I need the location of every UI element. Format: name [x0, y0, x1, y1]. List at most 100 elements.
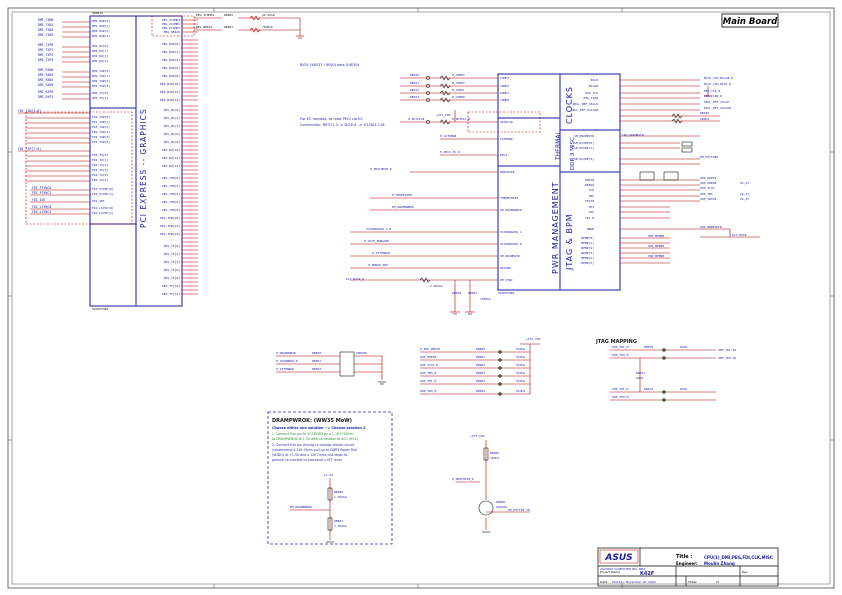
svg-text:PEG_TX[0]: PEG_TX[0]: [164, 244, 180, 248]
svg-text:TRST#: TRST#: [585, 199, 594, 203]
dramp-note-line5: (recommend 4.12K Ohms pull-up to DDR3 Po…: [272, 448, 357, 452]
svg-text:+1.5V: +1.5V: [324, 473, 333, 477]
svg-text:R8091: R8091: [334, 519, 343, 523]
project-label: Project Name: [600, 570, 620, 574]
svg-text:PEG_RX#[12]: PEG_RX#[12]: [160, 90, 180, 94]
svg-text:PEG_CLK#: PEG_CLK#: [584, 96, 599, 100]
svg-text:H_DRAMPWRGD: H_DRAMPWRGD: [276, 351, 296, 355]
svg-text:51Ohm: 51Ohm: [516, 379, 525, 383]
svg-text:PEG_RX[6]: PEG_RX[6]: [164, 132, 180, 136]
svg-text:1.1KOhm: 1.1KOhm: [334, 495, 347, 499]
svg-text:DMI_TXN3: DMI_TXN3: [38, 33, 53, 37]
svg-text:H_CPUPWRGD_R: H_CPUPWRGD_R: [276, 359, 298, 363]
svg-text:XDP_TDO_M: XDP_TDO_M: [612, 395, 628, 399]
svg-text:H_PROCHOT#_D: H_PROCHOT#_D: [370, 167, 392, 171]
svg-text:22,27: 22,27: [740, 192, 749, 196]
svg-text:PEG_CLK: PEG_CLK: [585, 91, 598, 95]
svg-text:PM_DRAMPWROK: PM_DRAMPWROK: [290, 505, 312, 509]
svg-text:PEG_TX#[2]: PEG_TX#[2]: [162, 184, 180, 188]
svg-text:FDI_TX#[2]: FDI_TX#[2]: [92, 125, 110, 129]
pcie-inner-pinnames: DMI_RX#[0]DMI_RX#[1]DMI_RX#[2]DMI_RX#[3]…: [92, 19, 114, 215]
svg-text:PEG_RX[0]: PEG_RX[0]: [164, 108, 180, 112]
svg-text:DMI_RXN3: DMI_RXN3: [38, 83, 53, 87]
svg-text:R8011: R8011: [410, 81, 419, 85]
dramp-note-line7: ground) to connect to processor's VTT re…: [272, 458, 343, 462]
svg-text:FDI_TX[1]: FDI_TX[1]: [92, 158, 108, 162]
svg-text:PM_EXTTS# 38: PM_EXTTS# 38: [508, 508, 530, 512]
dramp-note-line3: to DRAMPWROK at 1.5V with 1K resistor to…: [272, 437, 358, 441]
svg-text:DMI_TXN1: DMI_TXN1: [38, 23, 53, 27]
svg-text:PEG_RX#[10]: PEG_RX#[10]: [160, 82, 180, 86]
svg-text:XDP_TDI 22: XDP_TDI 22: [718, 348, 736, 352]
svg-text:XDP_TRST#: XDP_TRST#: [700, 197, 716, 201]
svg-text:1KOhm: 1KOhm: [490, 456, 499, 460]
svg-text:H_SKTOCC_R: H_SKTOCC_R: [452, 117, 470, 121]
svg-text:PROCHOT#: PROCHOT#: [500, 170, 515, 174]
svg-text:COMP0: COMP0: [500, 98, 509, 102]
svg-text:DMI_RX#[1]: DMI_RX#[1]: [92, 24, 110, 28]
svg-text:PRDY#: PRDY#: [585, 178, 594, 182]
svg-text:SOCKET989: SOCKET989: [498, 291, 514, 295]
svg-text:DMI_TX#[1]: DMI_TX#[1]: [92, 74, 110, 78]
svg-text:DMI_RX[0]: DMI_RX[0]: [92, 44, 108, 48]
svg-text:COMP3: COMP3: [500, 76, 509, 80]
svg-text:SM_DRAMRST#: SM_DRAMRST#: [500, 254, 520, 258]
svg-text:TDI_M: TDI_M: [585, 216, 594, 220]
svg-text:H_COMP2: H_COMP2: [452, 81, 465, 85]
svg-text:R8051: R8051: [312, 359, 321, 363]
jtag-mapping-labels: XDP_TDI_M XDP_TDO_M XDP_TDI_M XDP_TDO_M R8…: [612, 345, 736, 399]
svg-text:3.3KOhm: 3.3KOhm: [334, 524, 347, 528]
svg-text:0Ohm: 0Ohm: [680, 345, 687, 349]
svg-text:PEG_RX#[6]: PEG_RX#[6]: [162, 66, 180, 70]
svg-text:H_VTTPWRGD: H_VTTPWRGD: [276, 367, 294, 371]
center-left-netlabels: COMP3 COMP2 COMP1 COMP0 SKTOCC# CATERR# PECI P…: [346, 73, 522, 301]
svg-text:750Ohm: 750Ohm: [480, 297, 491, 301]
peci-note-2: For EC request, to read PECI via EC: [300, 117, 364, 121]
svg-text:0Ohm: 0Ohm: [680, 387, 687, 391]
svg-text:XDP_TDI_M: XDP_TDI_M: [612, 345, 628, 349]
svg-text:H_THRMTRIP#: H_THRMTRIP#: [392, 193, 412, 197]
engineer-value: Moulin Zhang: [704, 561, 735, 566]
svg-text:R8060: R8060: [476, 347, 485, 351]
svg-text:FDI_TX[3]: FDI_TX[3]: [92, 168, 108, 172]
svg-text:DMI_RX[3]: DMI_RX[3]: [92, 59, 108, 63]
svg-text:PM_DRAMPWROK: PM_DRAMPWROK: [392, 205, 414, 209]
svg-text:DMI_TX[1]: DMI_TX[1]: [92, 96, 108, 100]
svg-text:XDP_TDI_R: XDP_TDI_R: [420, 379, 436, 383]
svg-text:VCCPWRGOOD_1_R: VCCPWRGOOD_1_R: [366, 227, 391, 231]
pwr-management-label: PWR MANAGEMENT: [551, 181, 560, 274]
svg-text:DPLL_REF_SSCLK: DPLL_REF_SSCLK: [573, 102, 598, 106]
svg-text:0Ohm: 0Ohm: [636, 376, 643, 380]
dramp-parts: [339, 351, 386, 385]
dramp-note-title: DRAMPWROK: (WW35 MoW): [272, 418, 352, 424]
dramp-labels: H_DRAMPWRGD H_CPUPWRGD_R H_VTTPWRGD R8050 R…: [276, 351, 367, 371]
xdp-wires: [420, 343, 540, 395]
svg-text:H_VTTPWRGD: H_VTTPWRGD: [372, 251, 390, 255]
svg-text:PEG_TX[4]: PEG_TX[4]: [164, 260, 180, 264]
svg-text:PLT_RST#: PLT_RST#: [732, 233, 747, 237]
svg-text:DMI_TX#[2]: DMI_TX#[2]: [92, 79, 110, 83]
svg-text:PEG_RX[8]: PEG_RX[8]: [164, 140, 180, 144]
svg-text:XDP_TCLK_R: XDP_TCLK_R: [420, 363, 438, 367]
svg-text:PEG_RX#[14]: PEG_RX#[14]: [160, 98, 180, 102]
svg-text:PEG_RBIAS: PEG_RBIAS: [196, 25, 212, 29]
svg-text:H_COMP3: H_COMP3: [452, 73, 465, 77]
svg-text:R8061: R8061: [476, 355, 485, 359]
svg-text:DMI_RX[1]: DMI_RX[1]: [92, 49, 108, 53]
svg-text:H_COMP1: H_COMP1: [452, 88, 465, 92]
thermal-label: THERMAL: [555, 131, 562, 161]
svg-text:PEG_TX#[12]: PEG_TX#[12]: [160, 224, 180, 228]
svg-text:DBR#: DBR#: [587, 227, 594, 231]
sheet-label: Sheet: [688, 580, 697, 584]
svg-text:R8021: R8021: [468, 291, 477, 295]
svg-text:FDI_TX#[3]: FDI_TX#[3]: [92, 130, 110, 134]
svg-text:PEG_TX#[8]: PEG_TX#[8]: [162, 208, 180, 212]
extts-labels: +VTT_CPU R80801KOhm H_PROCHOT#_D Q80802N70…: [452, 434, 530, 512]
svg-text:DPLL_REF_SSCLK#: DPLL_REF_SSCLK#: [704, 106, 731, 110]
svg-text:BPM#[4]: BPM#[4]: [581, 256, 594, 260]
engineer-label: Engineer:: [676, 561, 698, 566]
svg-text:R8063: R8063: [476, 371, 485, 375]
svg-text:DMI_RX#[2]: DMI_RX#[2]: [92, 29, 110, 33]
svg-text:DPLL_REF_SSCLK: DPLL_REF_SSCLK: [704, 100, 729, 104]
svg-text:XDP_TCLK: XDP_TCLK: [700, 186, 715, 190]
